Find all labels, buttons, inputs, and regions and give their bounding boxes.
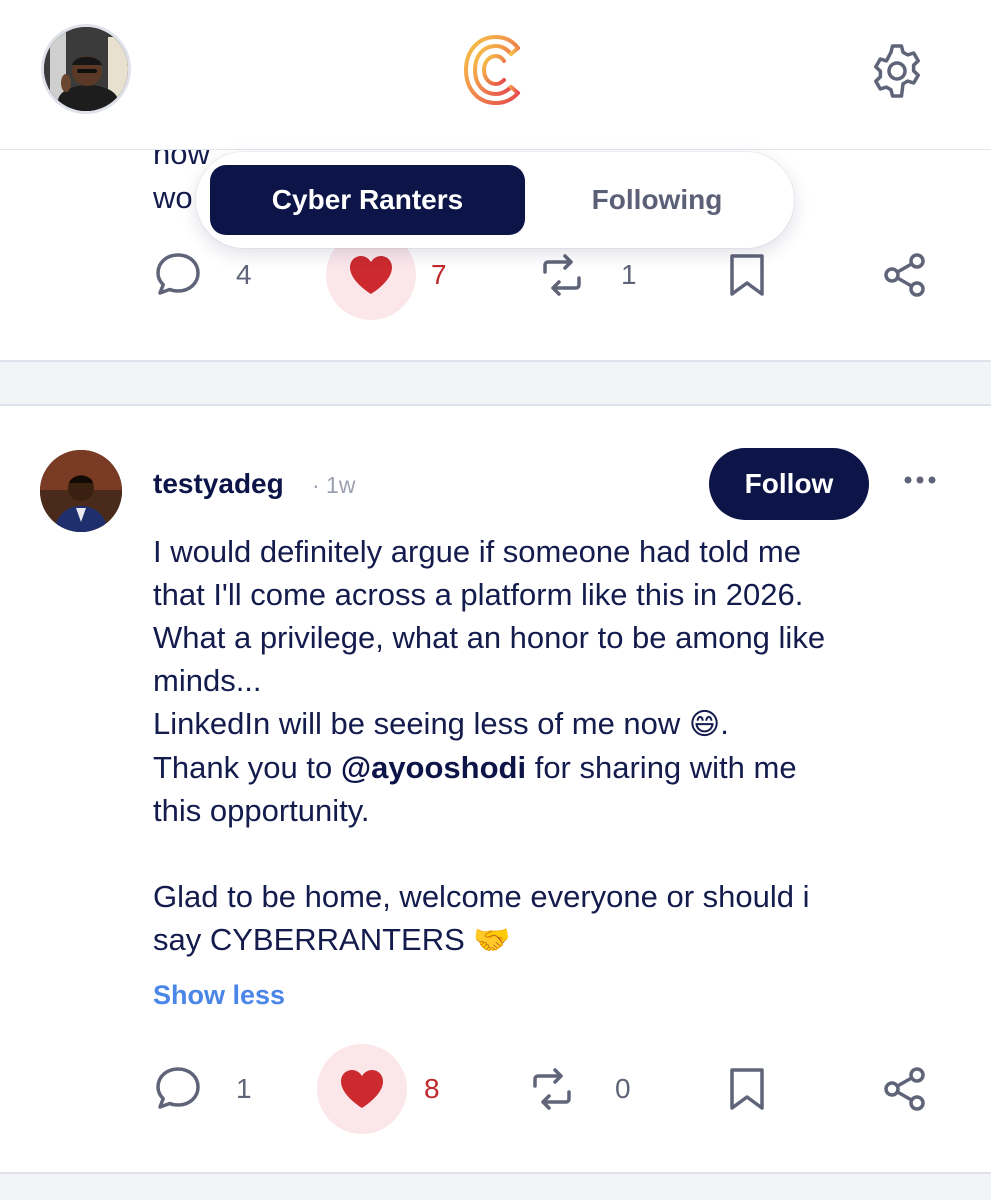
- heart-icon: [341, 1070, 383, 1108]
- gear-icon: [874, 44, 920, 98]
- comment-count: 4: [236, 259, 252, 290]
- tab-cyber-ranters[interactable]: Cyber Ranters: [210, 165, 525, 235]
- heart-icon: [350, 256, 392, 294]
- comment-button[interactable]: 1: [152, 1044, 252, 1134]
- comment-icon: [156, 1067, 200, 1109]
- handshake-emoji: 🤝: [473, 924, 511, 957]
- repost-button[interactable]: 0: [527, 1044, 631, 1134]
- bookmark-icon: [730, 1068, 764, 1110]
- avatar-photo: [44, 27, 128, 111]
- repost-count: 1: [621, 259, 637, 290]
- logo-icon: [463, 34, 520, 106]
- like-count: 8: [424, 1073, 440, 1104]
- comment-count: 1: [236, 1073, 252, 1104]
- post-text-segment: say CYBERRANTERS: [153, 922, 474, 957]
- share-button[interactable]: [880, 1044, 930, 1134]
- post-text-line: say CYBERRANTERS 🤝: [153, 918, 963, 962]
- app-logo[interactable]: [456, 30, 532, 110]
- post-text-line: Glad to be home, welcome everyone or sho…: [153, 879, 810, 914]
- post-blank-line: [153, 832, 963, 875]
- settings-button[interactable]: [866, 40, 928, 102]
- post-text: I would definitely argue if someone had …: [153, 530, 963, 962]
- post-text-segment: Thank you to: [153, 750, 341, 785]
- user-mention[interactable]: @ayooshodi: [341, 750, 526, 785]
- post-text-line: Thank you to @ayooshodi for sharing with…: [153, 746, 963, 789]
- post-text-line: LinkedIn will be seeing less of me now 😄…: [153, 702, 963, 746]
- post-text-line: that I'll come across a platform like th…: [153, 577, 804, 612]
- share-icon: [884, 1067, 925, 1111]
- post-text-line: minds...: [153, 663, 262, 698]
- grin-emoji: 😄: [688, 708, 721, 741]
- post-text-line: I would definitely argue if someone had …: [153, 534, 801, 569]
- share-icon: [884, 253, 925, 297]
- feed-screen: now wo 4 7 1 Cyber Ranters Following tes…: [0, 0, 991, 1200]
- like-button[interactable]: 8: [336, 1044, 440, 1134]
- feed-tab-switcher: Cyber Ranters Following: [196, 152, 794, 248]
- repost-icon: [533, 1068, 571, 1110]
- comment-icon: [156, 253, 200, 295]
- post-actions: 1 8 0: [0, 1044, 991, 1134]
- repost-count: 0: [615, 1073, 631, 1104]
- avatar-photo: [40, 450, 122, 532]
- bookmark-icon: [730, 254, 764, 296]
- top-bar: [0, 0, 991, 150]
- profile-avatar[interactable]: [41, 24, 131, 114]
- post-card: testyadeg · 1w Follow I would definitely…: [0, 404, 991, 1174]
- repost-icon: [543, 254, 581, 296]
- bookmark-button[interactable]: [726, 1044, 768, 1134]
- tab-following[interactable]: Following: [532, 165, 782, 235]
- share-button[interactable]: [880, 230, 930, 320]
- more-options-button[interactable]: [899, 468, 941, 492]
- post-text-line: this opportunity.: [153, 793, 370, 828]
- author-name[interactable]: testyadeg: [153, 468, 284, 500]
- post-text-segment: for sharing with me: [526, 750, 797, 785]
- more-icon: [904, 476, 936, 484]
- post-text-segment: LinkedIn will be seeing less of me now: [153, 706, 689, 741]
- like-count: 7: [431, 259, 447, 290]
- post-timestamp: · 1w: [312, 472, 356, 498]
- post-text-segment: .: [720, 706, 729, 741]
- author-avatar[interactable]: [40, 450, 122, 532]
- follow-button[interactable]: Follow: [709, 448, 869, 520]
- post-text-line: What a privilege, what an honor to be am…: [153, 620, 826, 655]
- show-less-link[interactable]: Show less: [153, 980, 285, 1011]
